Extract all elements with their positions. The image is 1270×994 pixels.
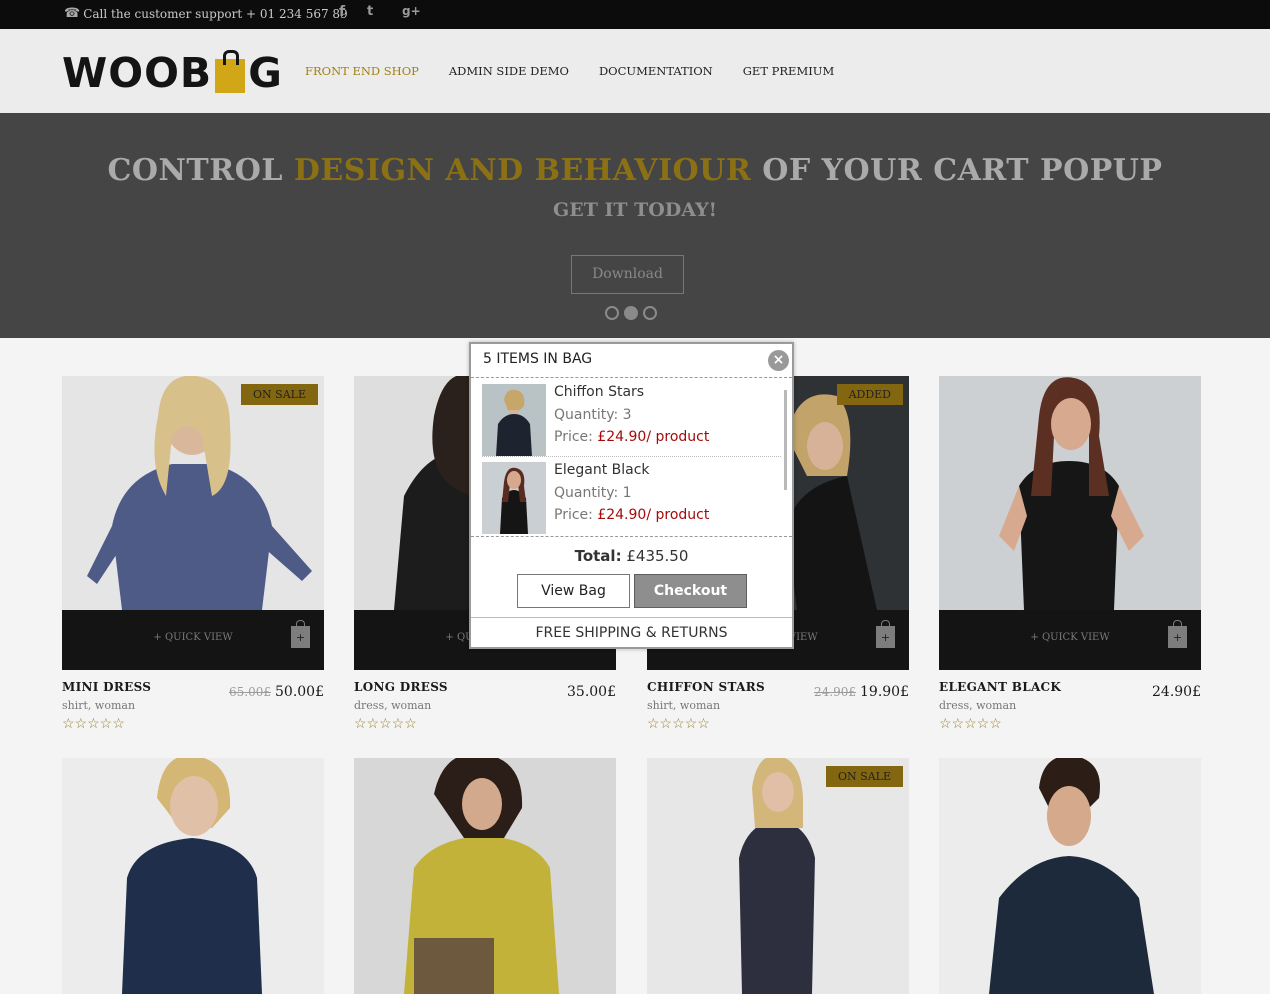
support-phone: ☎ Call the customer support + 01 234 567… [64, 6, 348, 21]
added-badge: ADDED [836, 384, 903, 405]
cart-popup: 5 ITEMS IN BAG × Chiffon Stars Quantity:… [469, 342, 794, 649]
google-plus-icon[interactable]: g+ [402, 4, 421, 18]
rating-stars: ☆☆☆☆☆ [939, 716, 1002, 732]
product-tags[interactable]: dress, woman [354, 699, 431, 712]
slider-dots [605, 306, 657, 320]
product-name[interactable]: LONG DRESS [354, 680, 448, 694]
divider [471, 377, 792, 378]
bag-logo-icon [215, 50, 246, 93]
product-price: 65.00£ 50.00£ [229, 684, 324, 700]
cart-item[interactable]: Elegant Black Quantity: 1 Price: £24.90/… [482, 462, 782, 536]
popup-scrollbar[interactable] [784, 390, 787, 490]
rating-stars: ☆☆☆☆☆ [62, 716, 125, 732]
on-sale-badge: ON SALE [241, 384, 318, 405]
download-button[interactable]: Download [571, 255, 684, 294]
nav-documentation[interactable]: DOCUMENTATION [599, 64, 713, 78]
product-tags[interactable]: shirt, woman [647, 699, 720, 712]
cart-item-name[interactable]: Chiffon Stars [554, 384, 644, 400]
main-nav: FRONT END SHOP ADMIN SIDE DEMO DOCUMENTA… [305, 64, 834, 78]
rating-stars: ☆☆☆☆☆ [354, 716, 417, 732]
twitter-icon[interactable]: t [367, 4, 373, 19]
product-name[interactable]: MINI DRESS [62, 680, 151, 694]
product-price: 24.90£ [1152, 684, 1201, 700]
rating-stars: ☆☆☆☆☆ [647, 716, 710, 732]
view-bag-button[interactable]: View Bag [517, 574, 630, 608]
phone-icon: ☎ [64, 6, 81, 21]
facebook-icon[interactable]: f [339, 4, 345, 20]
top-bar: ☎ Call the customer support + 01 234 567… [0, 0, 1270, 29]
slider-dot-active[interactable] [624, 306, 638, 320]
old-price: 24.90£ [814, 685, 856, 699]
product-image[interactable] [354, 758, 616, 994]
add-to-cart-icon[interactable]: + [291, 620, 310, 648]
site-header: WOOB G FRONT END SHOP ADMIN SIDE DEMO DOC… [0, 29, 1270, 113]
close-icon[interactable]: × [768, 350, 789, 371]
shipping-notice: FREE SHIPPING & RETURNS [535, 625, 728, 641]
cart-item-price: Price: £24.90/ product [554, 507, 710, 523]
support-text: Call the customer support + 01 234 567 8… [83, 6, 348, 21]
cart-item-quantity: Quantity: 3 [554, 407, 632, 423]
add-to-cart-icon[interactable]: + [1168, 620, 1187, 648]
product-tags[interactable]: dress, woman [939, 699, 1016, 712]
nav-get-premium[interactable]: GET PREMIUM [743, 64, 834, 78]
product-name[interactable]: ELEGANT BLACK [939, 680, 1061, 694]
checkout-button[interactable]: Checkout [634, 574, 747, 608]
product-image[interactable]: ON SALE [647, 758, 909, 994]
cart-item-thumbnail[interactable] [482, 462, 546, 534]
product-image[interactable] [939, 758, 1201, 994]
hero-subtitle: GET IT TODAY! [553, 199, 717, 221]
quick-view-bar[interactable]: + QUICK VIEW + [939, 610, 1201, 670]
product-name[interactable]: CHIFFON STARS [647, 680, 765, 694]
quick-view-link[interactable]: + QUICK VIEW [62, 632, 324, 643]
product-image[interactable] [62, 758, 324, 994]
divider [471, 536, 792, 537]
product-image[interactable] [939, 376, 1201, 610]
add-to-cart-icon[interactable]: + [876, 620, 895, 648]
product-image[interactable]: ON SALE [62, 376, 324, 610]
quick-view-bar[interactable]: + QUICK VIEW + [62, 610, 324, 670]
divider [482, 456, 781, 457]
nav-front-end-shop[interactable]: FRONT END SHOP [305, 64, 419, 78]
slider-dot[interactable] [643, 306, 657, 320]
cart-item-quantity: Quantity: 1 [554, 485, 632, 501]
cart-total: Total: £435.50 [574, 547, 689, 565]
product-tags[interactable]: shirt, woman [62, 699, 135, 712]
cart-item[interactable]: Chiffon Stars Quantity: 3 Price: £24.90/… [482, 384, 782, 458]
old-price: 65.00£ [229, 685, 271, 699]
cart-item-name[interactable]: Elegant Black [554, 462, 650, 478]
quick-view-link[interactable]: + QUICK VIEW [939, 632, 1201, 643]
product-price: 35.00£ [567, 684, 616, 700]
cart-item-price: Price: £24.90/ product [554, 429, 710, 445]
product-price: 24.90£ 19.90£ [814, 684, 909, 700]
hero-banner: CONTROL DESIGN AND BEHAVIOUR OF YOUR CAR… [0, 113, 1270, 338]
on-sale-badge: ON SALE [826, 766, 903, 787]
slider-dot[interactable] [605, 306, 619, 320]
logo[interactable]: WOOB G [62, 49, 283, 97]
divider [471, 617, 792, 618]
popup-title: 5 ITEMS IN BAG [483, 351, 593, 367]
cart-item-thumbnail[interactable] [482, 384, 546, 456]
hero-title: CONTROL DESIGN AND BEHAVIOUR OF YOUR CAR… [107, 153, 1163, 188]
nav-admin-side-demo[interactable]: ADMIN SIDE DEMO [449, 64, 569, 78]
